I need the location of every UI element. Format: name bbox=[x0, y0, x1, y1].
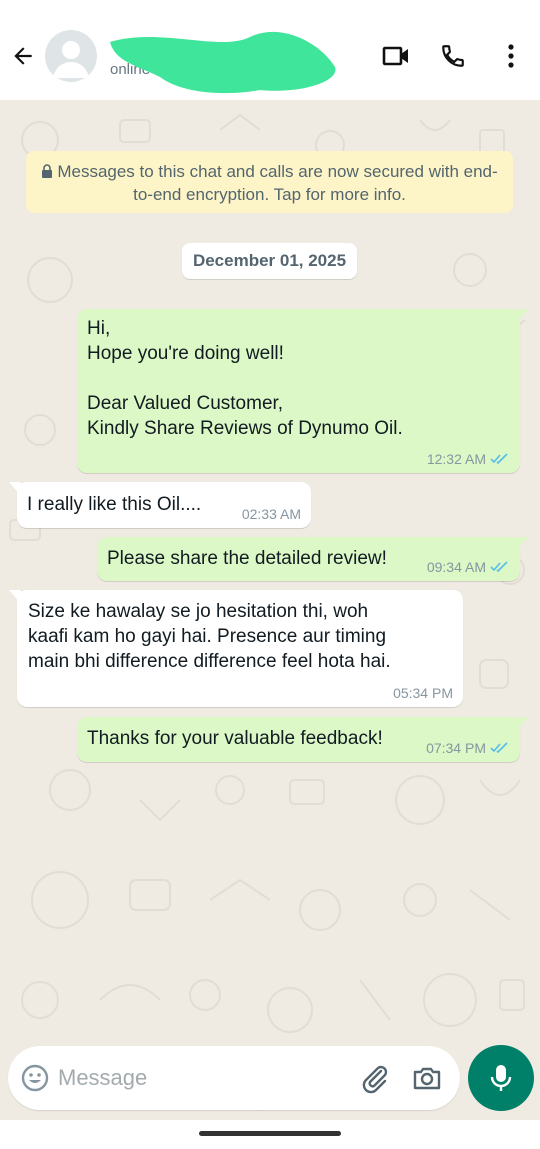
emoji-icon[interactable] bbox=[20, 1063, 50, 1093]
conversation-area[interactable]: Messages to this chat and calls are now … bbox=[0, 100, 540, 1120]
bubble-tail bbox=[516, 309, 528, 323]
message-composer bbox=[8, 1046, 460, 1110]
attach-icon[interactable] bbox=[359, 1062, 391, 1094]
home-indicator[interactable] bbox=[199, 1131, 341, 1136]
message-time: 02:33 AM bbox=[241, 506, 301, 522]
phone-icon[interactable] bbox=[437, 40, 469, 72]
message-bubble-outgoing[interactable]: Hi, Hope you're doing well! Dear Valued … bbox=[77, 309, 528, 473]
camera-icon[interactable] bbox=[411, 1062, 443, 1094]
message-text: Hi, Hope you're doing well! Dear Valued … bbox=[87, 318, 403, 439]
message-meta: 07:34 PM bbox=[426, 740, 510, 756]
more-options-icon[interactable] bbox=[495, 40, 527, 72]
message-meta: 02:33 AM bbox=[242, 506, 301, 522]
mic-icon bbox=[490, 1065, 512, 1091]
message-bubble-incoming[interactable]: I really like this Oil.... 02:33 AM bbox=[9, 482, 311, 528]
message-time: 09:34 AM bbox=[426, 559, 486, 575]
double-tick-icon bbox=[490, 742, 508, 754]
bubble-tail bbox=[516, 717, 528, 731]
message-meta: 09:34 AM bbox=[427, 559, 510, 575]
message-text: Size ke hawalay se jo hesitation thi, wo… bbox=[28, 601, 391, 672]
message-bubble-outgoing[interactable]: Thanks for your valuable feedback! 07:34… bbox=[77, 717, 528, 762]
bubble-tail bbox=[516, 537, 528, 551]
double-tick-icon bbox=[490, 561, 508, 573]
message-time: 07:34 PM bbox=[426, 740, 486, 756]
back-arrow-icon[interactable] bbox=[8, 38, 38, 74]
bubble-tail bbox=[9, 590, 21, 604]
message-time: 12:32 AM bbox=[426, 451, 486, 467]
message-meta: 05:34 PM bbox=[393, 685, 453, 701]
message-input[interactable] bbox=[58, 1060, 348, 1096]
encryption-notice[interactable]: Messages to this chat and calls are now … bbox=[26, 151, 513, 213]
video-call-icon[interactable] bbox=[380, 40, 412, 72]
message-bubble-outgoing[interactable]: Please share the detailed review! 09:34 … bbox=[97, 537, 528, 581]
lock-icon bbox=[41, 162, 53, 184]
date-chip: December 01, 2025 bbox=[182, 243, 357, 279]
chat-header: online bbox=[0, 0, 540, 100]
redaction-scribble bbox=[110, 31, 336, 94]
bubble-tail bbox=[9, 482, 21, 496]
avatar-icon bbox=[53, 41, 89, 78]
message-time: 05:34 PM bbox=[393, 685, 453, 701]
avatar[interactable] bbox=[45, 30, 97, 82]
double-tick-icon bbox=[490, 453, 508, 465]
message-bubble-incoming[interactable]: Size ke hawalay se jo hesitation thi, wo… bbox=[9, 590, 463, 707]
encryption-notice-text: Messages to this chat and calls are now … bbox=[57, 162, 498, 204]
message-meta: 12:32 AM bbox=[427, 451, 510, 467]
system-nav-bar bbox=[0, 1120, 540, 1149]
mic-button[interactable] bbox=[468, 1045, 534, 1111]
